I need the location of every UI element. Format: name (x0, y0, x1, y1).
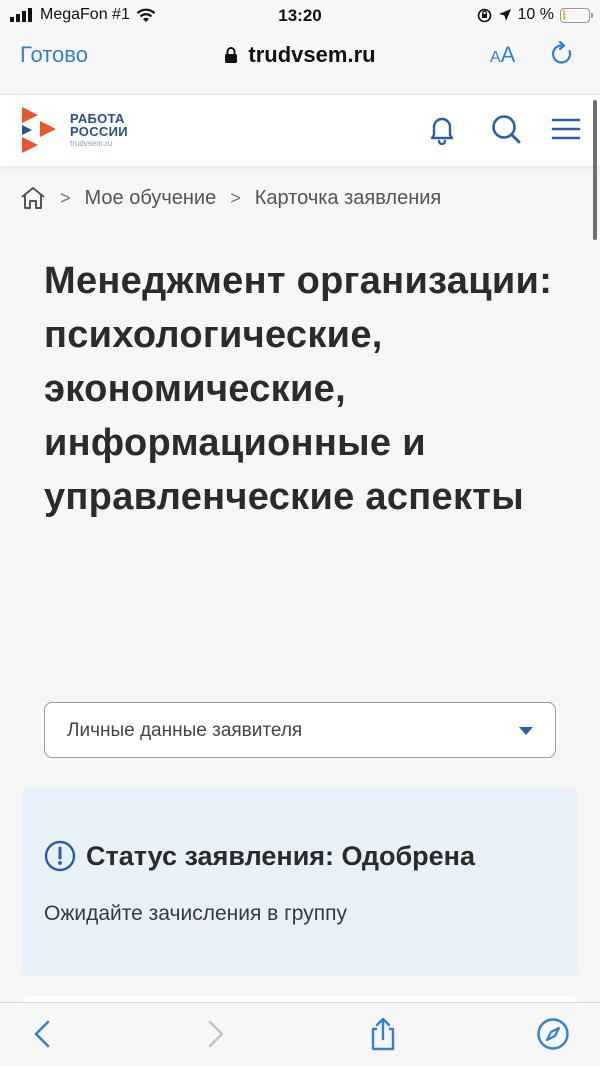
exclamation-circle-icon (44, 840, 76, 872)
ios-status-bar: MegaFon #1 13:20 10 % (0, 0, 600, 32)
url-text: trudvsem.ru (248, 42, 376, 67)
status-message: Ожидайте зачисления в группу (44, 902, 347, 925)
breadcrumb-my-learning[interactable]: Мое обучение (85, 187, 217, 210)
orientation-lock-icon (477, 8, 491, 22)
compass-icon[interactable] (536, 1017, 570, 1051)
safari-bottom-toolbar (0, 1002, 600, 1066)
section-select[interactable]: Личные данные заявителя (44, 702, 556, 758)
home-icon[interactable] (20, 186, 46, 210)
back-arrow-icon[interactable] (26, 1017, 60, 1051)
site-logo[interactable]: РАБОТА РОССИИ trudvsem.ru (20, 107, 128, 153)
section-select-value: Личные данные заявителя (67, 720, 303, 741)
logo-domain: trudvsem.ru (70, 139, 113, 148)
page-title: Менеджмент организации: психологические,… (44, 260, 553, 518)
logo-mark-icon (22, 107, 56, 153)
hamburger-menu-icon[interactable] (550, 113, 582, 145)
status-title: Статус заявления: Одобрена (86, 840, 476, 871)
logo-line2: РОССИИ (70, 124, 128, 139)
site-header: РАБОТА РОССИИ trudvsem.ru (0, 94, 600, 166)
breadcrumb-separator: > (60, 187, 71, 208)
bell-icon[interactable] (426, 113, 458, 145)
text-size-button[interactable]: AA (490, 42, 515, 68)
battery-icon (560, 7, 593, 23)
status-card: Статус заявления: Одобрена Ожидайте зачи… (22, 788, 578, 976)
breadcrumb-application-card: Карточка заявления (254, 186, 442, 209)
scrollbar-thumb[interactable] (593, 100, 597, 240)
reload-icon[interactable] (548, 40, 576, 68)
forward-arrow-icon[interactable] (198, 1017, 232, 1051)
location-arrow-icon (498, 9, 511, 21)
breadcrumb: > Мое обучение > Карточка заявления (20, 186, 441, 210)
lock-icon (225, 47, 238, 63)
safari-top-bar: Готово trudvsem.ru AA (0, 36, 600, 80)
search-icon[interactable] (490, 113, 522, 145)
share-icon[interactable] (366, 1017, 400, 1051)
caret-down-icon (519, 727, 533, 735)
breadcrumb-separator: > (230, 187, 241, 208)
battery-level (562, 10, 565, 20)
browser-chrome: MegaFon #1 13:20 10 % Готово trudvsem.ru… (0, 0, 600, 94)
battery-percent: 10 % (517, 6, 554, 23)
